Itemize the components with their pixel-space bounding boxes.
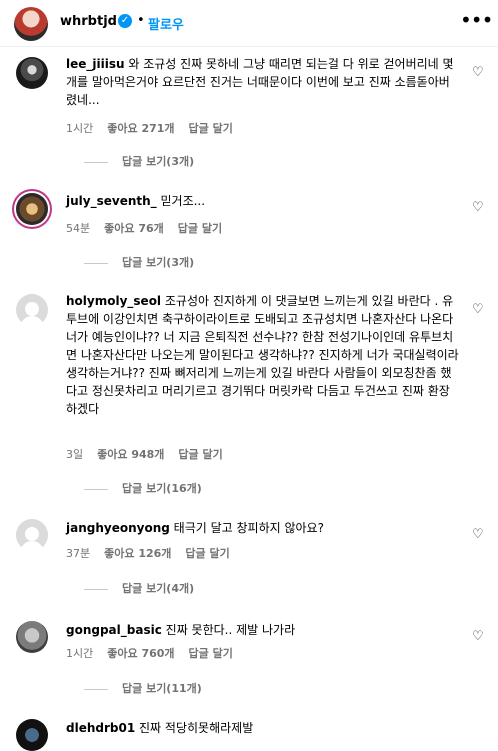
view-replies-label: 답글 보기(3개) xyxy=(122,256,195,269)
comment-time: 54분 xyxy=(66,222,91,235)
comment-text: 태극기 달고 창피하지 않아요? xyxy=(173,521,324,535)
view-replies-button[interactable]: 답글 보기(4개) xyxy=(84,580,194,596)
replies-divider-line xyxy=(84,588,108,590)
view-replies-button[interactable]: 답글 보기(3개) xyxy=(84,153,194,169)
comment-text: 진짜 못한다.. 제발 나가라 xyxy=(165,623,296,637)
like-heart-icon[interactable]: ♡ xyxy=(472,200,486,215)
view-replies-label: 답글 보기(3개) xyxy=(122,155,195,168)
replies-divider-line xyxy=(84,262,108,264)
comment-time: 3일 xyxy=(66,448,84,461)
like-count[interactable]: 좋아요 760개 xyxy=(107,647,174,660)
comment-text: 진짜 적당히못해라제발 xyxy=(139,721,254,735)
comment-body: dlehdrb01 진짜 적당히못해라제발 xyxy=(66,719,460,737)
like-count[interactable]: 좋아요 271개 xyxy=(107,122,174,135)
reply-button[interactable]: 답글 달기 xyxy=(189,122,233,135)
replies-divider-line xyxy=(84,488,108,490)
comment-meta: 1시간 좋아요 271개 답글 달기 xyxy=(66,120,247,136)
comment-meta: 3일 좋아요 948개 답글 달기 xyxy=(66,446,237,462)
reply-button[interactable]: 답글 달기 xyxy=(178,448,222,461)
like-heart-icon[interactable]: ♡ xyxy=(472,527,486,542)
avatar[interactable] xyxy=(16,519,48,555)
comment-body: janghyeonyong 태극기 달고 창피하지 않아요? xyxy=(66,519,460,537)
replies-divider-line xyxy=(84,688,108,690)
author-avatar[interactable] xyxy=(14,7,48,41)
view-replies-button[interactable]: 답글 보기(16개) xyxy=(84,480,202,496)
like-count[interactable]: 좋아요 76개 xyxy=(104,222,164,235)
author-username[interactable]: whrbtjd xyxy=(60,14,117,29)
comment-body: gongpal_basic 진짜 못한다.. 제발 나가라 xyxy=(66,621,460,639)
comment-username[interactable]: gongpal_basic xyxy=(66,623,162,637)
avatar[interactable] xyxy=(16,621,48,653)
default-person-body xyxy=(20,541,44,555)
view-replies-label: 답글 보기(11개) xyxy=(122,682,202,695)
view-replies-button[interactable]: 답글 보기(11개) xyxy=(84,680,202,696)
like-heart-icon[interactable]: ♡ xyxy=(472,65,486,80)
view-replies-button[interactable]: 답글 보기(3개) xyxy=(84,254,194,270)
default-person-body xyxy=(20,316,44,330)
default-person-icon xyxy=(25,527,39,541)
view-replies-label: 답글 보기(16개) xyxy=(122,482,202,495)
comment-username[interactable]: janghyeonyong xyxy=(66,521,170,535)
like-count[interactable]: 좋아요 948개 xyxy=(97,448,164,461)
reply-button[interactable]: 답글 달기 xyxy=(185,547,229,560)
avatar[interactable] xyxy=(16,719,48,751)
default-person-icon xyxy=(25,302,39,316)
avatar[interactable] xyxy=(16,57,48,89)
comment-meta: 1시간 좋아요 760개 답글 달기 xyxy=(66,645,247,661)
comment-text: 와 조규성 진짜 못하네 그냥 때리면 되는걸 다 위로 걷어버리네 몇개를 말… xyxy=(66,57,454,107)
reply-button[interactable]: 답글 달기 xyxy=(189,647,233,660)
comment-time: 37분 xyxy=(66,547,91,560)
comment-meta: 37분 좋아요 126개 답글 달기 xyxy=(66,545,244,561)
comment-meta: 54분 좋아요 76개 답글 달기 xyxy=(66,220,236,236)
separator-dot: • xyxy=(137,13,145,28)
comment-time: 1시간 xyxy=(66,647,94,660)
view-replies-label: 답글 보기(4개) xyxy=(122,582,195,595)
comment-username[interactable]: dlehdrb01 xyxy=(66,721,135,735)
follow-button[interactable]: 팔로우 xyxy=(148,14,184,33)
reply-button[interactable]: 답글 달기 xyxy=(178,222,222,235)
comment-text: 조규성아 진지하게 이 댓글보면 느끼는게 있길 바란다 . 유투브에 이강인치… xyxy=(66,294,463,416)
comment-body: july_seventh_ 믿거조... xyxy=(66,192,460,210)
comment-time: 1시간 xyxy=(66,122,94,135)
like-count[interactable]: 좋아요 126개 xyxy=(104,547,171,560)
more-options-icon[interactable]: ••• xyxy=(460,8,493,32)
replies-divider-line xyxy=(84,161,108,163)
comment-body: holymoly_seol 조규성아 진지하게 이 댓글보면 느끼는게 있길 바… xyxy=(66,292,460,418)
comment-username[interactable]: july_seventh_ xyxy=(66,194,157,208)
like-heart-icon[interactable]: ♡ xyxy=(472,629,486,644)
comment-username[interactable]: lee_jiiisu xyxy=(66,57,125,71)
comment-username[interactable]: holymoly_seol xyxy=(66,294,161,308)
like-heart-icon[interactable]: ♡ xyxy=(472,302,486,317)
avatar[interactable] xyxy=(16,294,48,330)
avatar[interactable] xyxy=(16,193,48,225)
verified-badge-icon: ✓ xyxy=(118,14,132,28)
comment-text: 믿거조... xyxy=(160,194,206,208)
post-header: whrbtjd ✓ • 팔로우 ••• xyxy=(0,0,498,47)
comment-body: lee_jiiisu 와 조규성 진짜 못하네 그냥 때리면 되는걸 다 위로 … xyxy=(66,55,460,109)
